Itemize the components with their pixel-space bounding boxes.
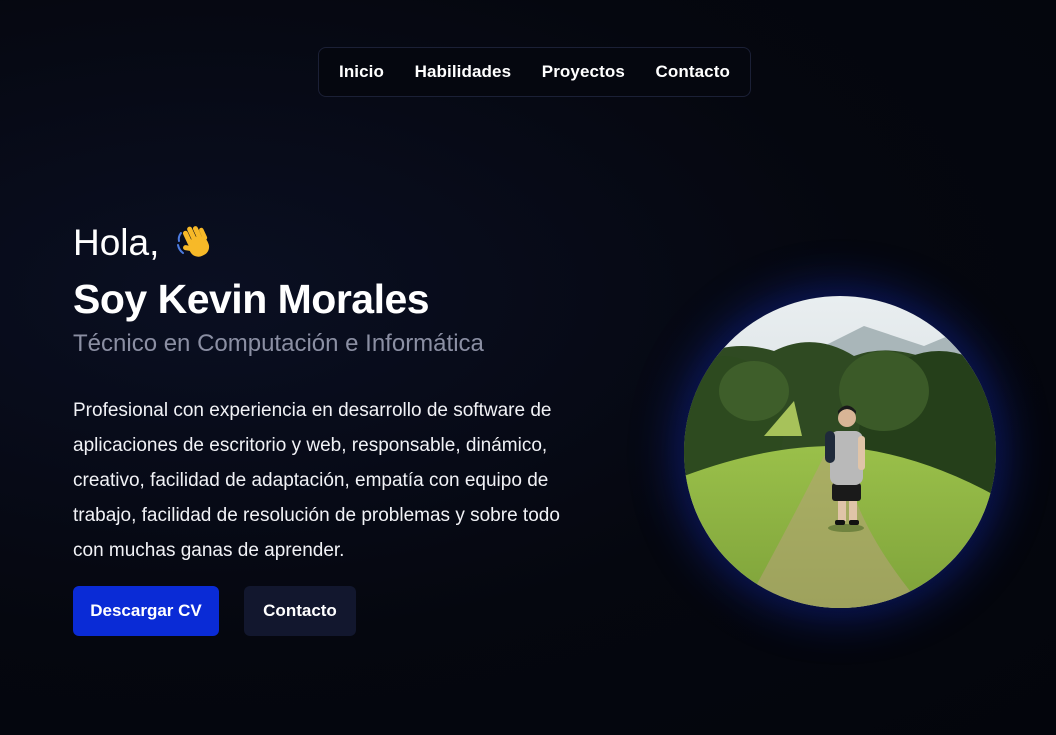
nav-item-habilidades[interactable]: Habilidades	[415, 62, 512, 82]
nav-item-inicio[interactable]: Inicio	[339, 62, 384, 82]
hero-role: Técnico en Computación e Informática	[73, 330, 484, 357]
download-cv-button[interactable]: Descargar CV	[73, 586, 219, 636]
nav-item-contacto[interactable]: Contacto	[656, 62, 730, 82]
top-nav: Inicio Habilidades Proyectos Contacto	[318, 47, 751, 97]
hero-name: Soy Kevin Morales	[73, 276, 430, 322]
nav-item-proyectos[interactable]: Proyectos	[542, 62, 625, 82]
contact-button[interactable]: Contacto	[244, 586, 356, 636]
hero-bio: Profesional con experiencia en desarroll…	[73, 400, 560, 561]
page: Inicio Habilidades Proyectos Contacto Ho…	[0, 0, 1056, 735]
profile-photo	[684, 296, 996, 608]
greeting: Hola,	[73, 222, 215, 264]
waving-hand-icon	[175, 223, 215, 263]
greeting-text: Hola,	[73, 222, 160, 263]
